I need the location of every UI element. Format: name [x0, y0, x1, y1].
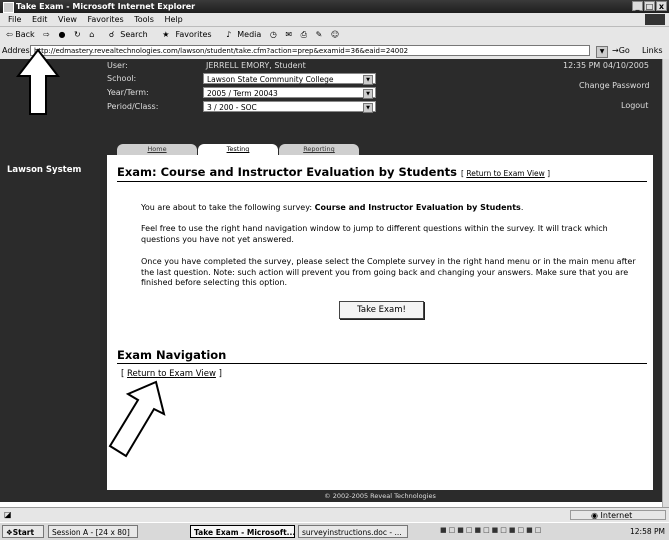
user-label: User: — [107, 61, 128, 70]
forward-button[interactable]: ⇨ — [43, 30, 50, 39]
navigation-links: [ Return to Exam View ] — [121, 369, 222, 379]
windows-logo-icon: ❖ — [6, 528, 13, 537]
menu-help[interactable]: Help — [164, 15, 182, 24]
menu-bar: File Edit View Favorites Tools Help — [0, 13, 669, 26]
taskbar-item-survey-doc[interactable]: surveyinstructions.doc - ... — [298, 525, 408, 538]
menu-view[interactable]: View — [58, 15, 77, 24]
logout-link[interactable]: Logout — [621, 101, 648, 110]
school-select[interactable]: Lawson State Community College ▼ — [203, 73, 376, 85]
close-bracket: ] — [218, 369, 222, 379]
exam-title-text: Exam: Course and Instructor Evaluation b… — [117, 165, 457, 179]
period-select[interactable]: 3 / 200 - SOC ▼ — [203, 101, 376, 113]
tab-home[interactable]: Home — [117, 144, 197, 155]
go-button[interactable]: →Go — [612, 43, 630, 59]
sidebar-title: Lawson System — [7, 165, 82, 175]
maximize-button[interactable]: □ — [644, 1, 655, 11]
survey-name: Course and Instructor Evaluation by Stud… — [314, 203, 521, 212]
user-value: JERRELL EMORY, Student — [206, 61, 306, 70]
history-icon[interactable]: ◷ — [270, 30, 277, 39]
back-button[interactable]: ⇦ Back — [6, 30, 35, 39]
media-button[interactable]: ♪ Media — [220, 30, 261, 39]
windows-flag-icon — [645, 14, 665, 25]
take-exam-button[interactable]: Take Exam! — [339, 301, 424, 319]
period-label: Period/Class: — [107, 102, 159, 111]
go-label: Go — [618, 46, 630, 55]
links-button[interactable]: Links — [642, 43, 663, 59]
exam-title: Exam: Course and Instructor Evaluation b… — [117, 165, 550, 179]
page-footer: © 2002-2005 Reveal Technologies — [107, 490, 653, 502]
completion-paragraph: Once you have completed the survey, plea… — [141, 257, 636, 287]
address-input[interactable]: http://edmastery.revealtechnologies.com/… — [30, 45, 590, 56]
intro-suffix: . — [520, 203, 524, 212]
period-select-value: 3 / 200 - SOC — [207, 103, 257, 112]
edit-icon[interactable]: ✎ — [316, 30, 323, 39]
nav-return-to-exam-view-link[interactable]: Return to Exam View — [127, 369, 216, 379]
zone-label: Internet — [600, 511, 633, 520]
menu-tools[interactable]: Tools — [134, 15, 154, 24]
tab-testing[interactable]: Testing — [198, 144, 278, 155]
security-zone: ◉ Internet — [570, 510, 666, 520]
globe-icon: ◉ — [591, 511, 601, 520]
change-password-link[interactable]: Change Password — [579, 81, 650, 90]
chevron-down-icon: ▼ — [363, 89, 373, 99]
media-label: Media — [237, 30, 262, 39]
chevron-down-icon: ▼ — [363, 103, 373, 113]
vertical-scrollbar[interactable] — [662, 59, 669, 507]
close-button[interactable]: x — [656, 1, 667, 11]
page-status-icon: ◪ — [4, 510, 12, 519]
mail-icon[interactable]: ✉ — [285, 30, 292, 39]
taskbar-item-take-exam[interactable]: Take Exam - Microsoft... — [190, 525, 295, 538]
term-label: Year/Term: — [107, 88, 149, 97]
favorites-button[interactable]: ★ Favorites — [156, 30, 211, 39]
taskbar: ❖Start Session A - [24 x 80] Take Exam -… — [0, 522, 669, 540]
minimize-button[interactable]: _ — [632, 1, 643, 11]
title-divider — [117, 181, 647, 182]
address-bar: Address http://edmastery.revealtechnolog… — [0, 43, 669, 60]
home-icon[interactable]: ⌂ — [89, 30, 94, 39]
search-button[interactable]: ☌ Search — [103, 30, 148, 39]
school-label: School: — [107, 74, 137, 83]
stop-icon[interactable]: ● — [58, 30, 65, 39]
annotation-arrow-diagonal-icon — [108, 380, 166, 458]
address-dropdown-icon[interactable]: ▼ — [596, 46, 608, 58]
favorites-icon: ★ — [162, 30, 170, 39]
taskbar-clock: 12:58 PM — [630, 527, 665, 536]
search-icon: ☌ — [108, 30, 115, 39]
left-sidebar — [0, 155, 107, 502]
menu-edit[interactable]: Edit — [32, 15, 48, 24]
return-link-wrapper: [ Return to Exam View ] — [461, 169, 551, 178]
refresh-icon[interactable]: ↻ — [74, 30, 81, 39]
system-tray: ■□■□■□■□■□■□ — [440, 526, 544, 534]
menu-file[interactable]: File — [8, 15, 21, 24]
exam-navigation-title: Exam Navigation — [117, 348, 227, 362]
status-bar: ◪ ◉ Internet — [0, 507, 669, 522]
chevron-down-icon: ▼ — [363, 75, 373, 85]
annotation-arrow-up-icon — [15, 48, 61, 115]
datetime: 12:35 PM 04/10/2005 — [563, 61, 649, 70]
browser-toolbar: ⇦ Back ⇨ ● ↻ ⌂ ☌ Search ★ Favorites ♪ Media… — [0, 26, 669, 44]
term-select-value: 2005 / Term 20043 — [207, 89, 278, 98]
favorites-label: Favorites — [175, 30, 212, 39]
start-button[interactable]: ❖Start — [2, 525, 44, 538]
media-icon: ♪ — [226, 30, 232, 39]
return-to-exam-view-link[interactable]: Return to Exam View — [466, 169, 544, 178]
window-title-bar: Take Exam - Microsoft Internet Explorer … — [0, 0, 669, 13]
print-icon[interactable]: ⎙ — [301, 30, 307, 39]
open-bracket: [ — [121, 369, 125, 379]
start-label: Start — [12, 528, 35, 537]
menu-favorites[interactable]: Favorites — [88, 15, 124, 24]
intro-paragraph: You are about to take the following surv… — [141, 203, 641, 214]
window-title: Take Exam - Microsoft Internet Explorer — [16, 2, 196, 11]
ie-icon — [3, 2, 14, 13]
intro-prefix: You are about to take the following surv… — [141, 203, 315, 212]
messenger-icon[interactable]: ☺ — [331, 30, 339, 39]
term-select[interactable]: 2005 / Term 20043 ▼ — [203, 87, 376, 99]
right-border — [653, 155, 662, 502]
school-select-value: Lawson State Community College — [207, 75, 334, 84]
taskbar-item-session[interactable]: Session A - [24 x 80] — [48, 525, 138, 538]
tab-reporting[interactable]: Reporting — [279, 144, 359, 155]
navigation-divider — [117, 363, 647, 364]
navigation-paragraph: Feel free to use the right hand navigati… — [141, 224, 608, 244]
search-label: Search — [120, 30, 148, 39]
